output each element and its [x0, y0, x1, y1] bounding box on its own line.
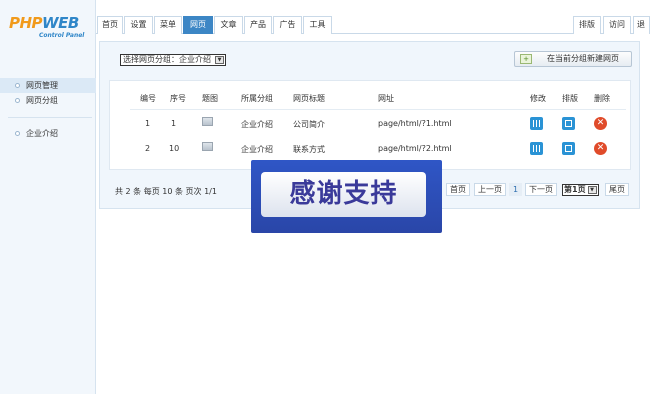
tab-label: 设置 [130, 20, 147, 29]
add-page-icon: + [520, 54, 532, 64]
logo: PHPWEB Control Panel [9, 14, 89, 46]
tab-label: 访问 [609, 20, 625, 29]
sidebar-menu: 网页管理 网页分组 [0, 78, 96, 108]
top-nav: 首页 设置 菜单 网页 文章 产品 广告 工具 排版 访问 退出 [96, 12, 650, 34]
first-page-button[interactable]: 首页 [446, 183, 470, 196]
col-header-title: 网页标题 [293, 94, 325, 103]
sidebar-item-company-intro[interactable]: 企业介绍 [0, 126, 96, 141]
tab-article[interactable]: 文章 [214, 16, 243, 34]
thanks-banner: 感谢支持 [251, 160, 442, 233]
tab-tools[interactable]: 工具 [303, 16, 332, 34]
tab-visit[interactable]: 访问 [603, 16, 631, 34]
chevron-down-icon: ▼ [215, 56, 224, 64]
tab-label: 文章 [220, 20, 237, 29]
tab-home[interactable]: 首页 [97, 16, 123, 34]
sidebar-divider [8, 117, 92, 118]
cell-title[interactable]: 公司简介 [293, 119, 325, 130]
delete-icon[interactable]: ✕ [594, 142, 607, 155]
tab-label: 菜单 [160, 20, 176, 29]
col-header-url: 网址 [378, 94, 394, 103]
logo-php: PHP [9, 14, 43, 32]
logo-web: WEB [42, 14, 79, 32]
cell-order: 1 [171, 119, 177, 128]
cell-id: 2 [145, 144, 151, 153]
edit-icon[interactable] [530, 142, 543, 155]
bullet-icon [15, 131, 20, 136]
current-page: 1 [509, 183, 522, 196]
tab-webpage[interactable]: 网页 [183, 16, 213, 34]
image-thumbnail-icon[interactable] [202, 117, 213, 126]
tab-logout[interactable]: 退出 [633, 16, 650, 34]
image-thumbnail-icon[interactable] [202, 142, 213, 151]
col-header-id: 编号 [140, 94, 156, 103]
sidebar-item-label: 企业介绍 [26, 129, 58, 138]
cell-order: 10 [169, 144, 180, 153]
col-header-edit: 修改 [530, 94, 546, 103]
logo-subtitle: Control Panel [39, 32, 85, 39]
sidebar-item-page-manage[interactable]: 网页管理 [0, 78, 96, 93]
col-header-delete: 删除 [594, 94, 610, 103]
tab-label: 广告 [279, 20, 296, 29]
tab-label: 退出 [637, 20, 645, 29]
layout-icon[interactable] [562, 142, 575, 155]
banner-plate: 感谢支持 [261, 172, 426, 217]
chevron-down-icon: ▼ [587, 186, 597, 194]
tab-ads[interactable]: 广告 [273, 16, 302, 34]
layout-icon[interactable] [562, 117, 575, 130]
logo-wordmark: PHPWEB [9, 14, 79, 32]
edit-icon[interactable] [530, 117, 543, 130]
tab-label: 工具 [309, 20, 326, 29]
cell-group: 企业介绍 [241, 120, 273, 129]
sidebar-item-label: 网页管理 [26, 81, 58, 90]
col-header-image: 题图 [202, 94, 218, 103]
tab-label: 产品 [250, 20, 266, 29]
new-page-button[interactable]: + 在当前分组新建网页 [514, 51, 632, 67]
cell-url[interactable]: page/html/?2.html [378, 144, 452, 153]
page-select-value: 第1页 [564, 185, 586, 194]
col-header-order: 序号 [170, 94, 186, 103]
prev-page-button[interactable]: 上一页 [474, 183, 506, 196]
cell-title[interactable]: 联系方式 [293, 144, 325, 155]
tab-menu[interactable]: 菜单 [154, 16, 182, 34]
header-divider [130, 109, 626, 110]
tab-label: 排版 [579, 20, 595, 29]
group-select[interactable]: 选择网页分组：企业介绍 ▼ [120, 54, 226, 66]
cell-url[interactable]: page/html/?1.html [378, 119, 452, 128]
bullet-icon [15, 98, 20, 103]
group-select-value: 选择网页分组：企业介绍 [123, 55, 211, 64]
cell-id: 1 [145, 119, 151, 128]
sidebar-item-page-group[interactable]: 网页分组 [0, 93, 96, 108]
last-page-button[interactable]: 尾页 [605, 183, 629, 196]
bullet-icon [15, 83, 20, 88]
page-table: 编号 序号 题图 所属分组 网页标题 网址 修改 排版 删除 1 1 企业介绍 … [109, 80, 631, 170]
sidebar: PHPWEB Control Panel 网页管理 网页分组 企业介绍 [0, 0, 96, 394]
page-select[interactable]: 第1页 ▼ [562, 184, 599, 196]
col-header-group: 所属分组 [241, 94, 273, 103]
col-header-layout: 排版 [562, 94, 578, 103]
sidebar-group-list: 企业介绍 [0, 126, 96, 141]
cell-group: 企业介绍 [241, 145, 273, 154]
tab-product[interactable]: 产品 [244, 16, 272, 34]
tab-label: 网页 [190, 20, 206, 29]
tab-layout[interactable]: 排版 [573, 16, 601, 34]
sidebar-item-label: 网页分组 [26, 96, 58, 105]
new-page-label: 在当前分组新建网页 [547, 54, 619, 63]
tab-settings[interactable]: 设置 [124, 16, 153, 34]
tab-label: 首页 [102, 20, 118, 29]
next-page-button[interactable]: 下一页 [525, 183, 557, 196]
pager-info: 共 2 条 每页 10 条 页次 1/1 [115, 187, 217, 196]
banner-text: 感谢支持 [289, 179, 398, 209]
delete-icon[interactable]: ✕ [594, 117, 607, 130]
